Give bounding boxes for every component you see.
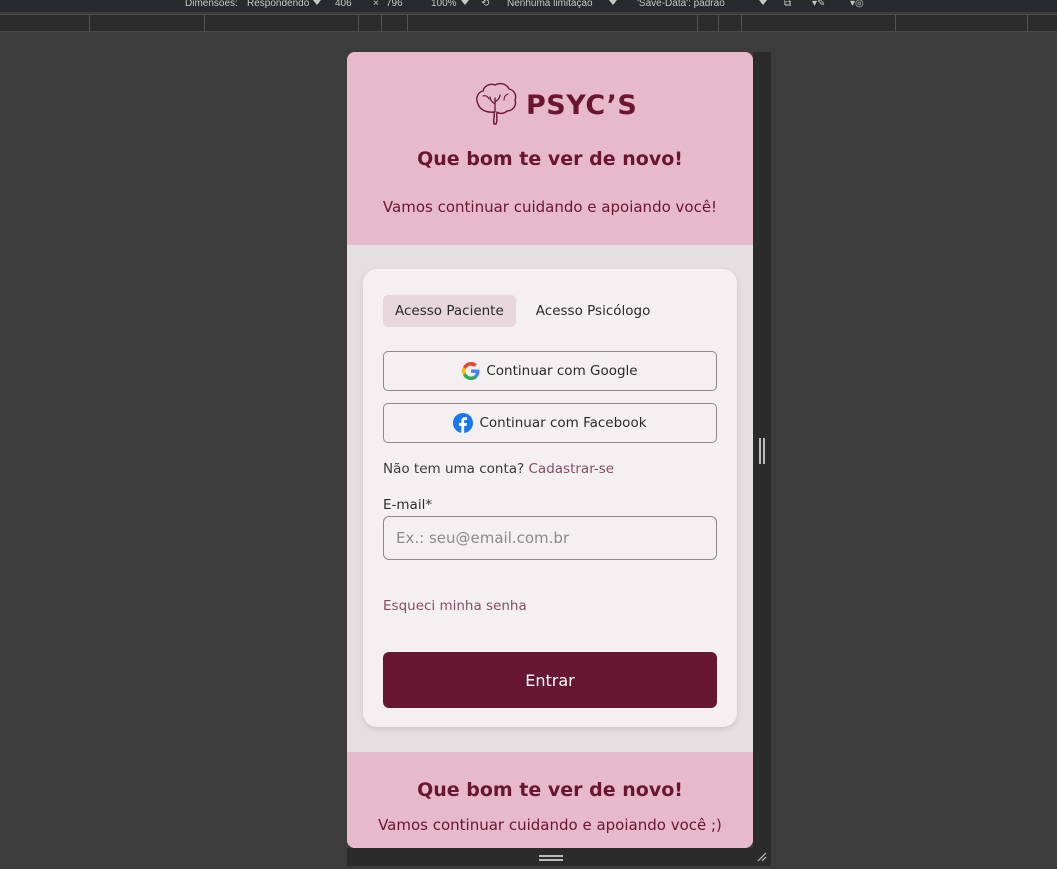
email-input[interactable]	[383, 516, 717, 560]
ruler-tick	[895, 15, 896, 32]
touch-icon[interactable]: ▾✎	[812, 0, 825, 9]
facebook-icon	[453, 413, 474, 433]
zoom-value: 100%	[431, 0, 457, 9]
ruler-tick	[89, 15, 90, 32]
ruler-tick	[718, 15, 719, 32]
signup-prompt: Não tem uma conta? Cadastrar-se	[383, 461, 614, 477]
brand-logo: PSYC’S	[474, 82, 637, 128]
width-field[interactable]: 406	[335, 0, 352, 9]
ruler-tick	[381, 15, 382, 32]
footer-title: Que bom te ver de novo!	[417, 779, 683, 801]
facebook-login-button[interactable]: Continuar com Facebook	[383, 403, 717, 443]
brand-name: PSYC’S	[526, 89, 638, 121]
media-query-ruler	[0, 14, 1057, 32]
rotate-icon[interactable]: ⟲	[481, 0, 489, 9]
access-tabs: Acesso Paciente Acesso Psicólogo	[383, 295, 662, 327]
signup-link[interactable]: Cadastrar-se	[529, 461, 615, 477]
ruler-tick	[358, 15, 359, 32]
height-field[interactable]: 796	[386, 0, 403, 9]
google-login-button[interactable]: Continuar com Google	[383, 351, 717, 391]
sensors-icon[interactable]: ▾◎	[850, 0, 864, 9]
ruler-tick	[697, 15, 698, 32]
chevron-down-icon	[313, 0, 322, 5]
ruler-tick	[1027, 15, 1028, 32]
email-label: E-mail*	[383, 497, 433, 513]
login-footer: Que bom te ver de novo! Vamos continuar …	[347, 752, 753, 848]
chevron-down-icon	[608, 0, 617, 5]
login-submit-button[interactable]: Entrar	[383, 652, 717, 708]
resize-corner-icon[interactable]	[757, 852, 767, 862]
save-data-value: 'Save-Data': padrão	[637, 0, 725, 9]
zoom-select[interactable]: 100%	[431, 0, 469, 9]
times-sign: ×	[373, 0, 379, 9]
ruler-tick	[741, 15, 742, 32]
google-login-label: Continuar com Google	[486, 363, 638, 379]
responsive-mode-select[interactable]: Respondendo	[247, 0, 322, 9]
resize-handle-right[interactable]	[759, 438, 765, 464]
facebook-login-label: Continuar com Facebook	[479, 415, 647, 431]
throttling-value: Nenhuma limitação	[507, 0, 593, 9]
save-data-select[interactable]: 'Save-Data': padrão	[637, 0, 767, 9]
signup-prompt-text: Não tem uma conta?	[383, 461, 525, 477]
ruler-tick	[204, 15, 205, 32]
google-icon	[462, 362, 480, 380]
ruler-tick	[407, 15, 408, 32]
throttling-select[interactable]: Nenhuma limitação	[507, 0, 617, 9]
devtools-device-toolbar: Dimensões: Respondendo 406 × 796 100% ⟲ …	[0, 0, 1057, 12]
footer-subtitle: Vamos continuar cuidando e apoiando você…	[378, 816, 722, 834]
brain-tree-icon	[476, 82, 517, 125]
tab-psychologist-access[interactable]: Acesso Psicólogo	[524, 295, 663, 327]
tab-patient-access[interactable]: Acesso Paciente	[383, 295, 516, 327]
chevron-down-icon	[758, 0, 767, 5]
chevron-down-icon	[460, 0, 469, 5]
device-frame-icon[interactable]: ⧉	[784, 0, 791, 9]
header-subtitle: Vamos continuar cuidando e apoiando você…	[382, 198, 718, 216]
mobile-viewport: PSYC’S Que bom te ver de novo! Vamos con…	[347, 52, 753, 848]
forgot-password-link[interactable]: Esqueci minha senha	[383, 598, 527, 614]
header-title: Que bom te ver de novo!	[417, 148, 683, 170]
login-header: PSYC’S Que bom te ver de novo! Vamos con…	[347, 52, 753, 245]
login-card: Acesso Paciente Acesso Psicólogo Continu…	[363, 269, 737, 727]
responsive-mode-value: Respondendo	[247, 0, 310, 9]
dimensions-label: Dimensões:	[185, 0, 238, 9]
resize-handle-bottom[interactable]	[539, 855, 563, 861]
